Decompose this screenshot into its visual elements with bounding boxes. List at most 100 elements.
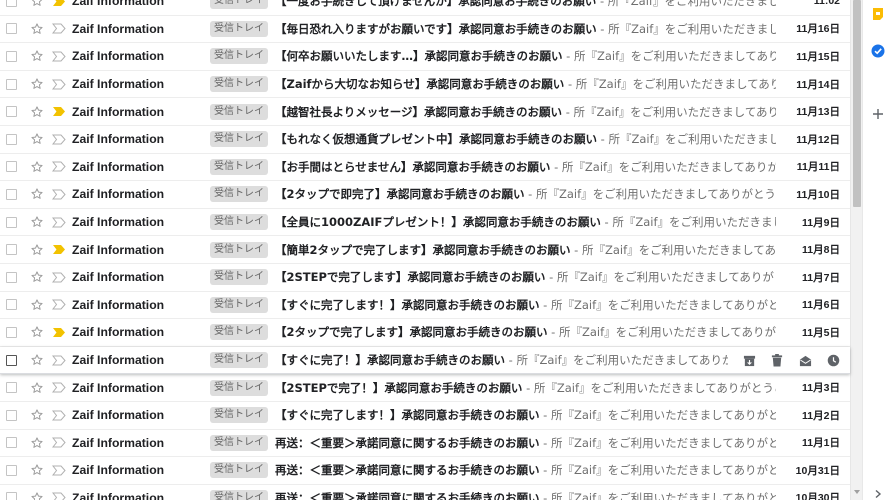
email-row[interactable]: Zaif Information 受信トレイ 再送：＜重要＞承諾同意に関するお手続き… [0, 484, 850, 500]
email-row[interactable]: Zaif Information 受信トレイ 【Zaifから大切なお知らせ】承認同意… [0, 70, 850, 99]
keep-icon[interactable] [871, 7, 885, 21]
inbox-label-badge[interactable]: 受信トレイ [210, 269, 268, 286]
inbox-label-badge[interactable]: 受信トレイ [210, 76, 268, 93]
email-row[interactable]: Zaif Information 受信トレイ 【全員に1000ZAIFプレゼント！】… [0, 208, 850, 237]
row-checkbox[interactable] [6, 492, 17, 500]
important-marker-icon[interactable] [52, 299, 66, 311]
star-outline-icon[interactable] [30, 77, 44, 91]
row-checkbox[interactable] [6, 382, 17, 394]
star-outline-icon[interactable] [30, 408, 44, 422]
star-outline-icon[interactable] [30, 353, 44, 367]
star-outline-icon[interactable] [30, 325, 44, 339]
email-row[interactable]: Zaif Information 受信トレイ 【2タップで即完了】承認同意お手続きの… [0, 181, 850, 209]
inbox-label-badge[interactable]: 受信トレイ [210, 48, 268, 65]
row-checkbox[interactable] [6, 161, 17, 173]
inbox-label-badge[interactable]: 受信トレイ [210, 131, 268, 148]
row-checkbox[interactable] [6, 271, 17, 283]
star-outline-icon[interactable] [30, 270, 44, 284]
star-outline-icon[interactable] [30, 187, 44, 201]
important-marker-icon[interactable] [52, 216, 66, 228]
row-checkbox[interactable] [6, 354, 17, 366]
row-checkbox[interactable] [6, 188, 17, 200]
important-marker-icon[interactable] [52, 78, 66, 90]
email-row[interactable]: Zaif Information 受信トレイ 【越智社長よりメッセージ】承認同意お手… [0, 98, 850, 126]
important-marker-icon[interactable] [52, 188, 66, 200]
star-outline-icon[interactable] [30, 298, 44, 312]
scrollbar-thumb[interactable] [853, 0, 861, 207]
row-checkbox[interactable] [6, 409, 17, 421]
important-marker-icon[interactable] [52, 23, 66, 35]
star-outline-icon[interactable] [30, 491, 44, 500]
email-row[interactable]: Zaif Information 受信トレイ 【もれなく仮想通貨プレゼント中】承認同… [0, 125, 850, 154]
row-checkbox[interactable] [6, 464, 17, 476]
email-row[interactable]: Zaif Information 受信トレイ 【すぐに完了します！】承認同意お手続き… [0, 401, 850, 430]
email-row[interactable]: Zaif Information 受信トレイ 【毎日恐れ入りますがお願いです】承認同… [0, 15, 850, 44]
star-outline-icon[interactable] [30, 381, 44, 395]
star-outline-icon[interactable] [30, 160, 44, 174]
important-marker-icon[interactable] [52, 161, 66, 173]
email-row[interactable]: Zaif Information 受信トレイ 【2STEPで完了します】承認同意お手… [0, 263, 850, 292]
archive-icon[interactable] [742, 353, 756, 367]
inbox-label-badge[interactable]: 受信トレイ [210, 186, 268, 203]
envelope-open-icon[interactable] [798, 353, 812, 367]
chevron-right-icon[interactable] [873, 484, 883, 499]
inbox-label-badge[interactable]: 受信トレイ [210, 352, 268, 369]
row-checkbox[interactable] [6, 106, 17, 118]
important-marker-icon[interactable] [52, 106, 66, 118]
email-row[interactable]: Zaif Information 受信トレイ 【何卒お願いいたします…】承認同意お手… [0, 43, 850, 71]
row-checkbox[interactable] [6, 216, 17, 228]
row-checkbox[interactable] [6, 299, 17, 311]
important-marker-icon[interactable] [52, 382, 66, 394]
inbox-label-badge[interactable]: 受信トレイ [210, 434, 268, 451]
important-marker-icon[interactable] [52, 244, 66, 256]
email-row[interactable]: Zaif Information 受信トレイ 【お手間はとらせません】承認同意お手続… [0, 153, 850, 182]
scroll-down-arrow-icon[interactable] [853, 488, 861, 496]
email-row[interactable]: Zaif Information 受信トレイ 【すぐに完了！】承認同意お手続きのお願… [0, 346, 850, 375]
row-checkbox[interactable] [6, 326, 17, 338]
inbox-label-badge[interactable]: 受信トレイ [210, 379, 268, 396]
important-marker-icon[interactable] [52, 0, 66, 7]
plus-icon[interactable] [871, 107, 885, 121]
star-outline-icon[interactable] [30, 463, 44, 477]
star-outline-icon[interactable] [30, 215, 44, 229]
email-row[interactable]: Zaif Information 受信トレイ 【一度お手続きして頂けませんか】承認同… [0, 0, 850, 16]
important-marker-icon[interactable] [52, 354, 66, 366]
row-checkbox[interactable] [6, 78, 17, 90]
important-marker-icon[interactable] [52, 50, 66, 62]
important-marker-icon[interactable] [52, 133, 66, 145]
inbox-label-badge[interactable]: 受信トレイ [210, 0, 268, 10]
inbox-label-badge[interactable]: 受信トレイ [210, 158, 268, 175]
trash-icon[interactable] [770, 353, 784, 367]
scrollbar[interactable] [850, 0, 862, 500]
important-marker-icon[interactable] [52, 409, 66, 421]
email-row[interactable]: Zaif Information 受信トレイ 【2STEPで完了！】承認同意お手続き… [0, 374, 850, 402]
star-outline-icon[interactable] [30, 22, 44, 36]
inbox-label-badge[interactable]: 受信トレイ [210, 407, 268, 424]
star-outline-icon[interactable] [30, 243, 44, 257]
inbox-label-badge[interactable]: 受信トレイ [210, 324, 268, 341]
inbox-label-badge[interactable]: 受信トレイ [210, 103, 268, 120]
star-outline-icon[interactable] [30, 49, 44, 63]
inbox-label-badge[interactable]: 受信トレイ [210, 20, 268, 37]
important-marker-icon[interactable] [52, 464, 66, 476]
email-row[interactable]: Zaif Information 受信トレイ 再送：＜重要＞承諾同意に関するお手続き… [0, 457, 850, 485]
star-outline-icon[interactable] [30, 105, 44, 119]
star-outline-icon[interactable] [30, 436, 44, 450]
row-checkbox[interactable] [6, 133, 17, 145]
inbox-label-badge[interactable]: 受信トレイ [210, 489, 268, 500]
row-checkbox[interactable] [6, 437, 17, 449]
star-outline-icon[interactable] [30, 0, 44, 8]
important-marker-icon[interactable] [52, 271, 66, 283]
row-checkbox[interactable] [6, 23, 17, 35]
star-outline-icon[interactable] [30, 132, 44, 146]
inbox-label-badge[interactable]: 受信トレイ [210, 462, 268, 479]
inbox-label-badge[interactable]: 受信トレイ [210, 241, 268, 258]
clock-icon[interactable] [826, 353, 840, 367]
email-row[interactable]: Zaif Information 受信トレイ 【すぐに完了します！】承認同意お手続き… [0, 291, 850, 320]
important-marker-icon[interactable] [52, 437, 66, 449]
inbox-label-badge[interactable]: 受信トレイ [210, 214, 268, 231]
row-checkbox[interactable] [6, 244, 17, 256]
email-row[interactable]: Zaif Information 受信トレイ 【2タップで完了します】承認同意お手続… [0, 319, 850, 347]
email-row[interactable]: Zaif Information 受信トレイ 【簡単2タップで完了します】承認同意お… [0, 236, 850, 264]
important-marker-icon[interactable] [52, 326, 66, 338]
